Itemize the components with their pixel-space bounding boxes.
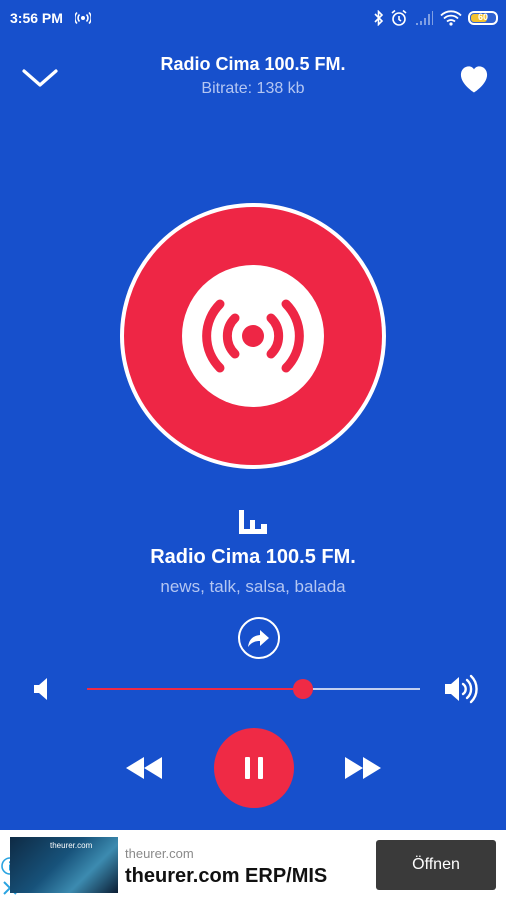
ad-thumbnail[interactable]: theurer.com <box>10 837 118 893</box>
battery-icon: 60 <box>468 11 498 25</box>
broadcast-icon <box>202 299 304 373</box>
bitrate-label: Bitrate: 138 kb <box>201 80 305 97</box>
equalizer-icon <box>239 510 267 534</box>
rewind-icon[interactable] <box>124 755 164 781</box>
ad-banner[interactable]: theurer.com theurer.com theurer.com ERP/… <box>0 830 506 900</box>
station-genres: news, talk, salsa, balada <box>160 577 346 596</box>
heart-icon[interactable] <box>456 62 492 94</box>
volume-low-icon[interactable] <box>32 676 52 702</box>
fast-forward-icon[interactable] <box>343 755 383 781</box>
ad-thumbnail-text: theurer.com <box>50 841 93 850</box>
ad-open-button[interactable]: Öffnen <box>376 840 496 890</box>
volume-slider-thumb[interactable] <box>293 679 314 699</box>
share-icon <box>248 630 269 647</box>
status-bar: 3:56 PM 60 <box>0 0 506 36</box>
alarm-icon <box>391 9 407 26</box>
volume-slider[interactable] <box>87 679 420 699</box>
battery-level: 60 <box>477 12 488 22</box>
volume-high-icon[interactable] <box>444 674 478 704</box>
share-button[interactable] <box>238 617 280 659</box>
header-title: Radio Cima 100.5 FM. <box>160 54 346 74</box>
ad-headline[interactable]: theurer.com ERP/MIS <box>125 865 327 888</box>
pause-button[interactable] <box>214 728 294 808</box>
signal-icon <box>416 11 433 25</box>
bluetooth-icon <box>374 10 384 26</box>
pause-icon <box>245 757 250 779</box>
ad-domain: theurer.com <box>125 846 194 861</box>
status-icons: 60 <box>374 7 498 29</box>
status-time: 3:56 PM <box>10 10 63 26</box>
wifi-icon <box>440 10 462 26</box>
pause-icon-bar <box>258 757 263 779</box>
broadcast-status-icon <box>75 11 91 25</box>
artwork-inner-circle <box>182 265 324 407</box>
station-name: Radio Cima 100.5 FM. <box>150 546 356 568</box>
volume-slider-fill <box>87 688 304 690</box>
